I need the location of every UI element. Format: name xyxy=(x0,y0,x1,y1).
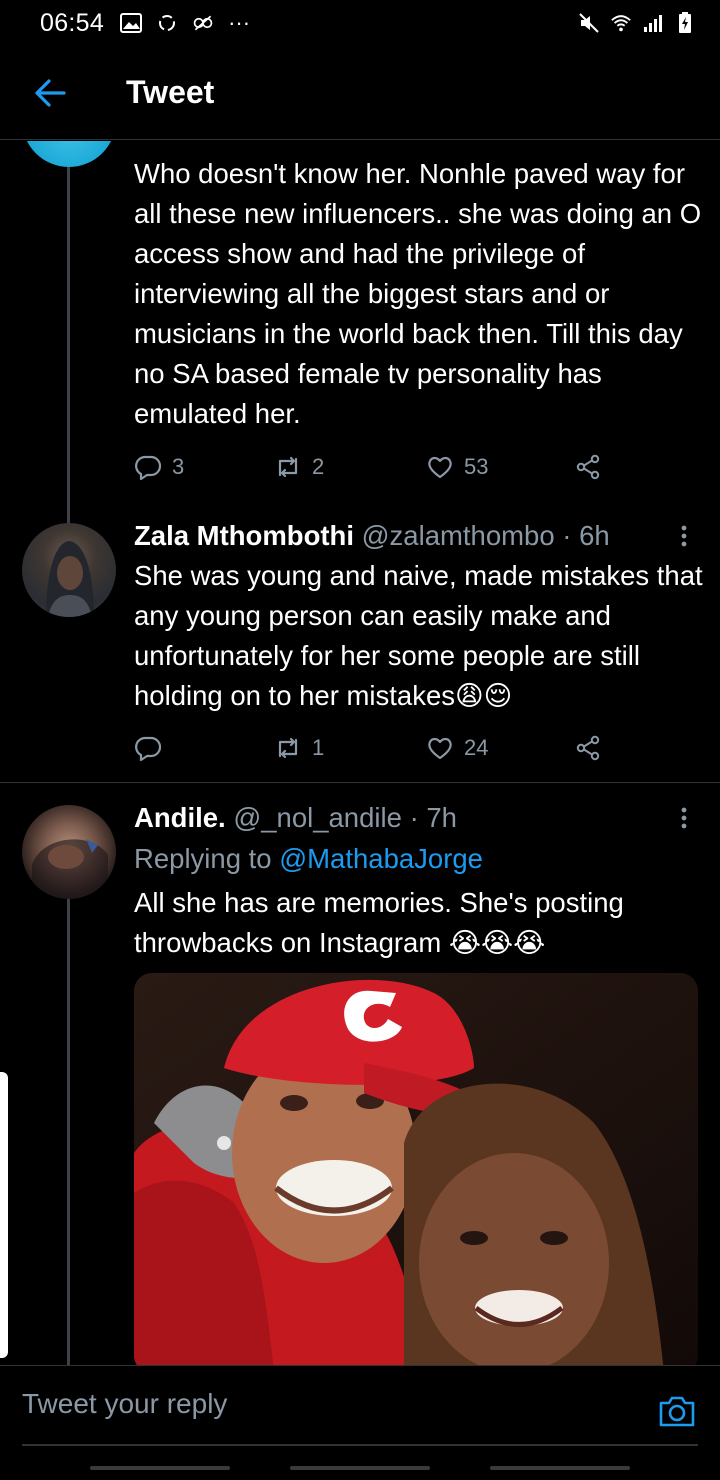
conversation-timeline[interactable]: Who doesn't know her. Nonhle paved way f… xyxy=(0,141,720,1365)
like-count: 24 xyxy=(464,735,489,760)
user-handle[interactable]: @_nol_andile xyxy=(233,802,402,833)
like-icon xyxy=(428,737,452,760)
reply-button[interactable] xyxy=(134,728,172,768)
reply-composer-bar: Tweet your reply xyxy=(0,1365,720,1480)
reply-icon xyxy=(135,455,162,481)
retweet-count: 2 xyxy=(312,454,325,479)
avatar[interactable] xyxy=(22,141,116,167)
camera-button[interactable] xyxy=(656,1392,698,1430)
display-name[interactable]: Zala Mthombothi xyxy=(134,520,354,551)
tweet-header: Zala Mthombothi @zalamthombo · 6h xyxy=(134,516,610,556)
retweet-count: 1 xyxy=(312,735,325,760)
camera-icon xyxy=(659,1396,695,1427)
avatar[interactable] xyxy=(22,523,116,617)
share-button[interactable] xyxy=(574,447,602,487)
retweet-button[interactable]: 2 xyxy=(274,447,324,487)
share-button[interactable] xyxy=(574,728,602,768)
signal-icon xyxy=(642,12,664,34)
tweet-text: All she has are memories. She's posting … xyxy=(134,887,624,958)
more-options-button[interactable] xyxy=(668,516,700,556)
photo-two-people xyxy=(134,973,698,1365)
replying-to-label: Replying to xyxy=(134,843,280,874)
thread-connector-line xyxy=(67,167,70,527)
thread-connector-line xyxy=(67,899,70,1365)
nav-gesture-hint-right xyxy=(490,1466,630,1470)
avatar[interactable] xyxy=(22,805,116,899)
tweet-divider xyxy=(0,782,720,783)
link-off-notification-icon xyxy=(192,12,214,34)
more-options-button[interactable] xyxy=(668,798,700,838)
replying-to-mention[interactable]: @MathabaJorge xyxy=(279,843,483,874)
retweet-icon xyxy=(278,737,298,759)
wifi-icon xyxy=(610,12,632,34)
notification-icons: ··· xyxy=(120,10,250,36)
user-handle[interactable]: @zalamthombo xyxy=(362,520,555,551)
system-icons xyxy=(578,12,696,34)
retweet-button[interactable]: 1 xyxy=(274,728,324,768)
share-icon xyxy=(576,735,600,761)
back-button[interactable] xyxy=(20,63,80,123)
like-button[interactable]: 24 xyxy=(426,728,488,768)
tweet-text: Who doesn't know her. Nonhle paved way f… xyxy=(134,158,702,429)
status-time: 06:54 xyxy=(40,8,105,37)
more-notifications-indicator: ··· xyxy=(228,10,251,35)
nav-gesture-hint-left xyxy=(90,1466,230,1470)
page-title: Tweet xyxy=(126,74,215,110)
tweet-time: · 7h xyxy=(409,802,457,833)
mute-icon xyxy=(578,12,600,34)
tweet-actions: 3 2 53 xyxy=(134,447,614,487)
like-button[interactable]: 53 xyxy=(426,447,488,487)
tweet-actions: 1 24 xyxy=(134,728,614,768)
edge-panel-handle[interactable] xyxy=(0,1072,8,1358)
reply-count: 3 xyxy=(172,454,185,479)
back-arrow-icon xyxy=(35,78,66,107)
replying-to-line: Replying to @MathabaJorge xyxy=(134,839,483,879)
like-icon xyxy=(428,456,452,479)
like-count: 53 xyxy=(464,454,489,479)
reply-input-underline xyxy=(22,1444,698,1446)
reply-button[interactable]: 3 xyxy=(134,447,184,487)
more-icon xyxy=(681,807,687,829)
avatar-photo xyxy=(32,839,108,899)
display-name[interactable]: Andile. xyxy=(134,802,226,833)
tweet-time: · 6h xyxy=(562,520,610,551)
tweet-media-image[interactable] xyxy=(134,973,698,1365)
tweet-text: She was young and naive, made mistakes t… xyxy=(134,560,703,711)
app-header: Tweet xyxy=(0,46,720,140)
retweet-icon xyxy=(278,456,298,478)
sync-notification-icon xyxy=(156,12,178,34)
reply-icon xyxy=(135,736,162,762)
reply-input[interactable]: Tweet your reply xyxy=(22,1388,227,1420)
gallery-notification-icon xyxy=(120,12,143,34)
status-bar: 06:54 ··· xyxy=(0,0,720,46)
nav-gesture-hint-center xyxy=(290,1466,430,1470)
tweet-header: Andile. @_nol_andile · 7h xyxy=(134,798,457,838)
share-icon xyxy=(576,454,600,480)
avatar-photo xyxy=(46,541,94,617)
battery-charging-icon xyxy=(674,12,696,34)
more-icon xyxy=(681,525,687,547)
